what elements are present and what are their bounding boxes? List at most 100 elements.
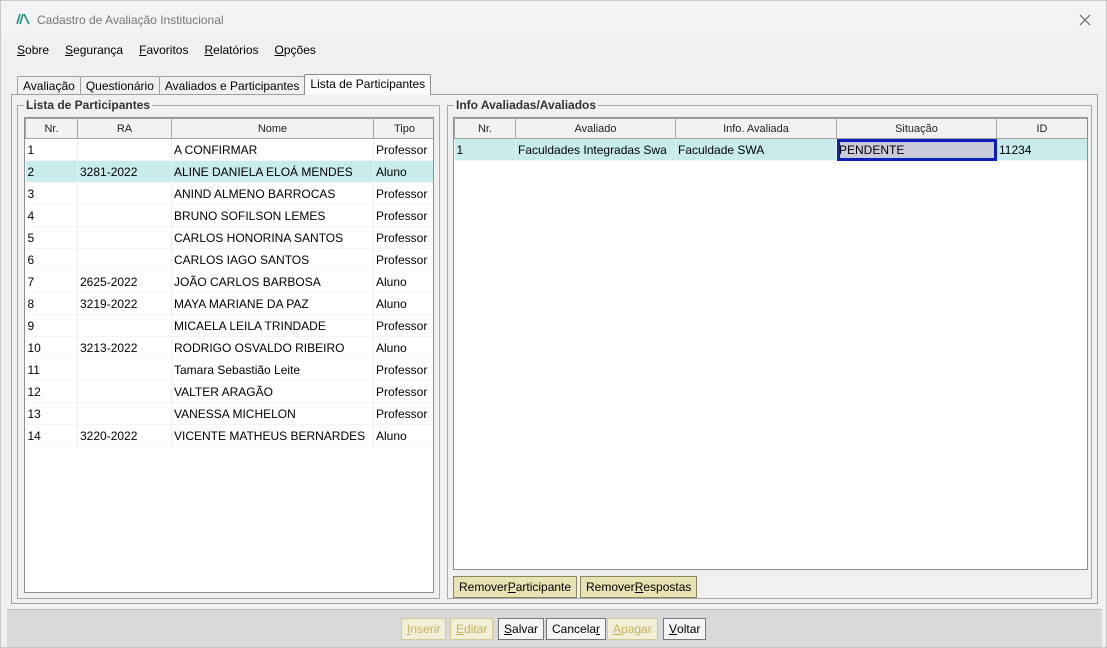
cell-nome[interactable]: ANIND ALMENO BARROCAS	[171, 182, 374, 205]
menu-favoritos[interactable]: Favoritos	[131, 41, 196, 61]
cell-nome[interactable]: BRUNO SOFILSON LEMES	[171, 204, 374, 227]
tab-lista-participantes[interactable]: Lista de Participantes	[304, 74, 432, 95]
cell-tipo[interactable]: Professor	[373, 358, 433, 381]
cell-nome[interactable]: CARLOS IAGO SANTOS	[171, 248, 374, 271]
close-button[interactable]	[1074, 9, 1096, 31]
cell-ra[interactable]	[77, 380, 172, 403]
menu-opcoes[interactable]: Opções	[267, 41, 324, 61]
cell-nome[interactable]: RODRIGO OSVALDO RIBEIRO	[171, 336, 374, 359]
cell-tipo[interactable]: Professor	[373, 138, 433, 161]
col-header-situacao[interactable]: Situação	[836, 118, 997, 139]
edit-button[interactable]: Editar	[450, 618, 494, 640]
table-row[interactable]: 14 3220-2022 VICENTE MATHEUS BERNARDES Alun…	[25, 424, 433, 447]
col-header-id[interactable]: ID	[996, 118, 1087, 139]
tab-avaliacao[interactable]: Avaliação	[17, 76, 81, 95]
participants-grid[interactable]: Nr. RA Nome Tipo 1A CONFIRMAR Professor 2 3…	[24, 117, 434, 593]
cell-nome[interactable]: MAYA MARIANE DA PAZ	[171, 292, 374, 315]
table-row[interactable]: 12 VALTER ARAGÃO Professor	[25, 380, 433, 403]
col-header-tipo[interactable]: Tipo	[373, 118, 433, 139]
cell-nr[interactable]: 1	[25, 138, 78, 161]
evaluated-grid[interactable]: Nr. Avaliado Info. Avaliada Situação ID …	[453, 117, 1088, 570]
cell-nome[interactable]: VANESSA MICHELON	[171, 402, 374, 425]
cell-ra[interactable]: 3281-2022	[77, 160, 172, 183]
cell-tipo[interactable]: Aluno	[373, 336, 433, 359]
cell-tipo[interactable]: Professor	[373, 314, 433, 337]
cell-nome[interactable]: VALTER ARAGÃO	[171, 380, 374, 403]
cell-nome[interactable]: ALINE DANIELA ELOÁ MENDES	[171, 160, 374, 183]
cell-nr[interactable]: 1	[454, 138, 516, 161]
cell-tipo[interactable]: Professor	[373, 380, 433, 403]
cell-nr[interactable]: 2	[25, 160, 78, 183]
tab-avaliados-participantes[interactable]: Avaliados e Participantes	[158, 76, 306, 95]
col-header-nome[interactable]: Nome	[171, 118, 374, 139]
cell-nr[interactable]: 4	[25, 204, 78, 227]
col-header-ra[interactable]: RA	[77, 118, 172, 139]
table-row[interactable]: 7 2625-2022 JOÃO CARLOS BARBOSA Aluno	[25, 270, 433, 293]
cell-situacao[interactable]: PENDENTE	[836, 138, 997, 161]
cell-tipo[interactable]: Aluno	[373, 270, 433, 293]
table-row[interactable]: 1 A CONFIRMAR Professor	[25, 138, 433, 161]
cell-nr[interactable]: 8	[25, 292, 78, 315]
menu-relatorios[interactable]: Relatórios	[196, 41, 266, 61]
cell-avaliado[interactable]: Faculdades Integradas Swa	[515, 138, 676, 161]
table-row[interactable]: 1 Faculdades Integradas Swa Faculdade SW…	[454, 138, 1087, 161]
cell-nome[interactable]: JOÃO CARLOS BARBOSA	[171, 270, 374, 293]
table-row[interactable]: 10 3213-2022 RODRIGO OSVALDO RIBEIRO Aluno	[25, 336, 433, 359]
col-header-nr[interactable]: Nr.	[454, 118, 516, 139]
col-header-nr[interactable]: Nr.	[25, 118, 78, 139]
cell-nr[interactable]: 7	[25, 270, 78, 293]
tab-questionario[interactable]: Questionário	[79, 76, 160, 95]
cell-nr[interactable]: 14	[25, 424, 78, 447]
cell-nome[interactable]: A CONFIRMAR	[171, 138, 374, 161]
menu-sobre[interactable]: Sobre	[9, 41, 57, 61]
cell-ra[interactable]	[77, 182, 172, 205]
table-row[interactable]: 8 3219-2022 MAYA MARIANE DA PAZ Aluno	[25, 292, 433, 315]
cell-ra[interactable]: 3219-2022	[77, 292, 172, 315]
cell-tipo[interactable]: Professor	[373, 402, 433, 425]
cell-ra[interactable]	[77, 138, 172, 161]
cell-tipo[interactable]: Aluno	[373, 424, 433, 447]
menu-seguranca[interactable]: Segurança	[57, 41, 131, 61]
cell-ra[interactable]: 2625-2022	[77, 270, 172, 293]
cell-tipo[interactable]: Professor	[373, 204, 433, 227]
cell-nome[interactable]: CARLOS HONORINA SANTOS	[171, 226, 374, 249]
cell-nr[interactable]: 5	[25, 226, 78, 249]
cell-nr[interactable]: 6	[25, 248, 78, 271]
col-header-avaliado[interactable]: Avaliado	[515, 118, 676, 139]
cell-tipo[interactable]: Professor	[373, 226, 433, 249]
cell-ra[interactable]	[77, 204, 172, 227]
table-row[interactable]: 13 VANESSA MICHELON Professor	[25, 402, 433, 425]
cell-nr[interactable]: 10	[25, 336, 78, 359]
remove-responses-button[interactable]: Remover Respostas	[580, 576, 698, 598]
cell-nome[interactable]: VICENTE MATHEUS BERNARDES	[171, 424, 374, 447]
cell-id[interactable]: 11234	[996, 138, 1087, 161]
cell-tipo[interactable]: Professor	[373, 182, 433, 205]
cell-nr[interactable]: 9	[25, 314, 78, 337]
cell-tipo[interactable]: Aluno	[373, 160, 433, 183]
cell-nr[interactable]: 3	[25, 182, 78, 205]
cell-nr[interactable]: 12	[25, 380, 78, 403]
cell-ra[interactable]	[77, 248, 172, 271]
cancel-button[interactable]: Cancela r	[546, 618, 607, 640]
table-row[interactable]: 11 Tamara Sebastião Leite Professor	[25, 358, 433, 381]
cell-ra[interactable]	[77, 358, 172, 381]
cell-tipo[interactable]: Aluno	[373, 292, 433, 315]
table-row[interactable]: 5 CARLOS HONORINA SANTOS Professor	[25, 226, 433, 249]
cell-nome[interactable]: MICAELA LEILA TRINDADE	[171, 314, 374, 337]
back-button[interactable]: Voltar	[663, 618, 707, 640]
cell-nr[interactable]: 11	[25, 358, 78, 381]
table-row[interactable]: 2 3281-2022 ALINE DANIELA ELOÁ MENDES Aluno	[25, 160, 433, 183]
cell-ra[interactable]	[77, 402, 172, 425]
col-header-info-avaliada[interactable]: Info. Avaliada	[675, 118, 837, 139]
table-row[interactable]: 6 CARLOS IAGO SANTOS Professor	[25, 248, 433, 271]
cell-info-avaliada[interactable]: Faculdade SWA	[675, 138, 837, 161]
table-row[interactable]: 4 BRUNO SOFILSON LEMES Professor	[25, 204, 433, 227]
cell-tipo[interactable]: Professor	[373, 248, 433, 271]
cell-ra[interactable]: 3213-2022	[77, 336, 172, 359]
save-button[interactable]: Salvar	[498, 618, 545, 640]
insert-button[interactable]: Inserir	[401, 618, 447, 640]
cell-nome[interactable]: Tamara Sebastião Leite	[171, 358, 374, 381]
cell-ra[interactable]	[77, 314, 172, 337]
cell-ra[interactable]	[77, 226, 172, 249]
cell-ra[interactable]: 3220-2022	[77, 424, 172, 447]
